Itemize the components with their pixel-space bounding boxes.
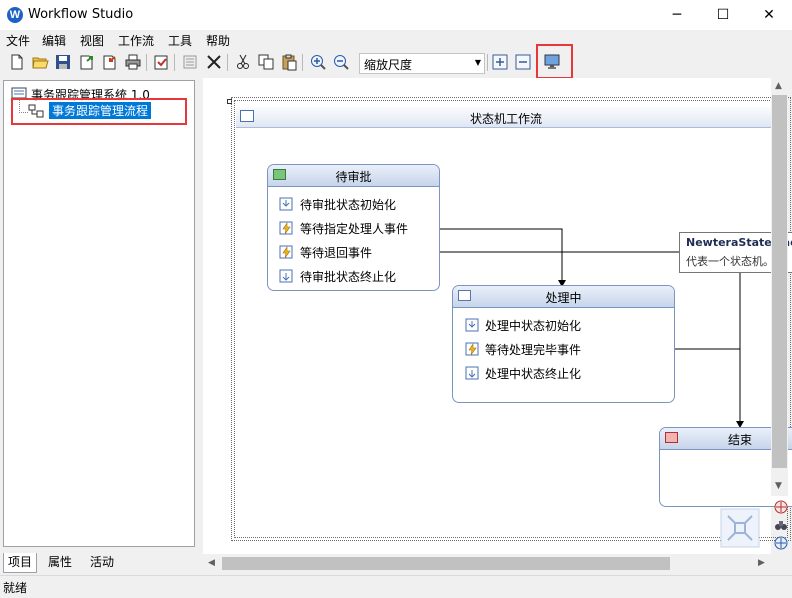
menu-file[interactable]: 文件 [6, 32, 30, 49]
state-header: 待审批 [268, 165, 439, 187]
app-logo-icon: W [7, 7, 23, 23]
toolbar: 缩放尺度 ▼ [0, 51, 792, 75]
vertical-scrollbar[interactable]: ▲ ▼ [771, 78, 788, 496]
event-icon [279, 245, 293, 259]
scroll-left-icon[interactable]: ◀ [208, 558, 215, 568]
chevron-down-icon: ▼ [474, 58, 481, 67]
panel-splitter[interactable] [197, 78, 202, 572]
project-tree-panel: 事务跟踪管理系统 1.0 事务跟踪管理流程 [3, 80, 195, 547]
close-button[interactable]: ✕ [746, 0, 792, 30]
activity-label[interactable]: 待审批状态初始化 [300, 196, 396, 213]
workflow-header[interactable]: 状态机工作流 [236, 107, 776, 128]
scroll-up-icon[interactable]: ▲ [775, 81, 782, 91]
state-title: 待审批 [335, 170, 372, 184]
export-icon[interactable] [78, 53, 96, 71]
print-icon[interactable] [124, 53, 142, 71]
event-icon [279, 221, 293, 235]
scroll-right-icon[interactable]: ▶ [758, 558, 765, 568]
copy-icon[interactable] [257, 53, 275, 71]
navigation-tools [771, 497, 791, 553]
menu-tools[interactable]: 工具 [168, 32, 192, 49]
initialize-icon [279, 197, 293, 211]
annotation-highlight-toolbar [536, 44, 573, 79]
zoom-in-icon[interactable] [309, 53, 327, 71]
annotation-highlight-tree [11, 98, 187, 125]
import-icon[interactable] [101, 53, 119, 71]
status-bar: 就绪 [0, 575, 792, 598]
scroll-down-icon[interactable]: ▼ [775, 481, 782, 491]
window-title: Workflow Studio [28, 7, 134, 22]
activity-label[interactable]: 等待处理完毕事件 [485, 341, 581, 358]
workflow-title: 状态机工作流 [469, 112, 542, 126]
panel-tabs: 项目 属性 活动 [0, 553, 200, 573]
zoom-dropdown-value: 缩放尺度 [364, 58, 413, 72]
expand-icon[interactable] [491, 53, 509, 71]
collapse-icon[interactable] [514, 53, 532, 71]
menu-view[interactable]: 视图 [80, 32, 104, 49]
activity-label[interactable]: 等待指定处理人事件 [300, 220, 408, 237]
paste-icon[interactable] [280, 53, 298, 71]
toolbar-separator [146, 54, 147, 71]
tab-activity[interactable]: 活动 [86, 553, 118, 572]
maximize-button[interactable]: ☐ [700, 0, 746, 30]
tab-properties[interactable]: 属性 [44, 553, 76, 572]
toolbar-separator [174, 54, 175, 71]
finalize-icon [279, 269, 293, 283]
pan-icon[interactable] [773, 499, 789, 515]
open-folder-icon[interactable] [31, 53, 49, 71]
designer-canvas[interactable]: 状态机工作流 待审批 待审批状态初始化 等待指定处理人事件 等待退回事件 待审批… [203, 78, 792, 554]
minimize-button[interactable]: ─ [654, 0, 700, 30]
activity-label[interactable]: 处理中状态初始化 [485, 317, 581, 334]
horizontal-scrollbar[interactable]: ◀ ▶ [203, 555, 771, 572]
vertical-scroll-thumb[interactable] [772, 95, 787, 468]
tooltip-description: 代表一个状态机。 [686, 255, 774, 268]
menu-edit[interactable]: 编辑 [42, 32, 66, 49]
find-icon[interactable] [773, 517, 789, 533]
properties-icon[interactable] [181, 53, 199, 71]
menu-workflow[interactable]: 工作流 [118, 32, 154, 49]
zoom-out-icon[interactable] [332, 53, 350, 71]
toolbar-separator [227, 54, 228, 71]
save-icon[interactable] [54, 53, 72, 71]
overview-navigator-icon[interactable] [720, 508, 760, 548]
menu-bar: 文件 编辑 视图 工作流 工具 帮助 [0, 30, 792, 50]
zoom-fit-icon[interactable] [773, 535, 789, 551]
zoom-dropdown[interactable]: 缩放尺度 ▼ [359, 53, 485, 74]
toolbar-separator [302, 54, 303, 71]
tab-project[interactable]: 项目 [3, 553, 38, 573]
validate-icon[interactable] [152, 53, 170, 71]
finalize-icon [465, 366, 479, 380]
cut-icon[interactable] [234, 53, 252, 71]
activity-label[interactable]: 待审批状态终止化 [300, 268, 396, 285]
status-text: 就绪 [3, 581, 28, 595]
horizontal-scroll-thumb[interactable] [222, 557, 670, 570]
state-header: 处理中 [453, 286, 674, 308]
title-bar: W Workflow Studio ─ ☐ ✕ [0, 0, 792, 30]
delete-icon[interactable] [205, 53, 223, 71]
toolbar-separator [487, 54, 488, 71]
activity-label[interactable]: 处理中状态终止化 [485, 365, 581, 382]
state-title: 处理中 [545, 291, 582, 305]
new-file-icon[interactable] [8, 53, 26, 71]
initialize-icon [465, 318, 479, 332]
event-icon [465, 342, 479, 356]
menu-help[interactable]: 帮助 [206, 32, 230, 49]
activity-label[interactable]: 等待退回事件 [300, 244, 372, 261]
state-box-processing[interactable]: 处理中 处理中状态初始化 等待处理完毕事件 处理中状态终止化 [452, 285, 675, 403]
state-box-pending[interactable]: 待审批 待审批状态初始化 等待指定处理人事件 等待退回事件 待审批状态终止化 [267, 164, 440, 291]
